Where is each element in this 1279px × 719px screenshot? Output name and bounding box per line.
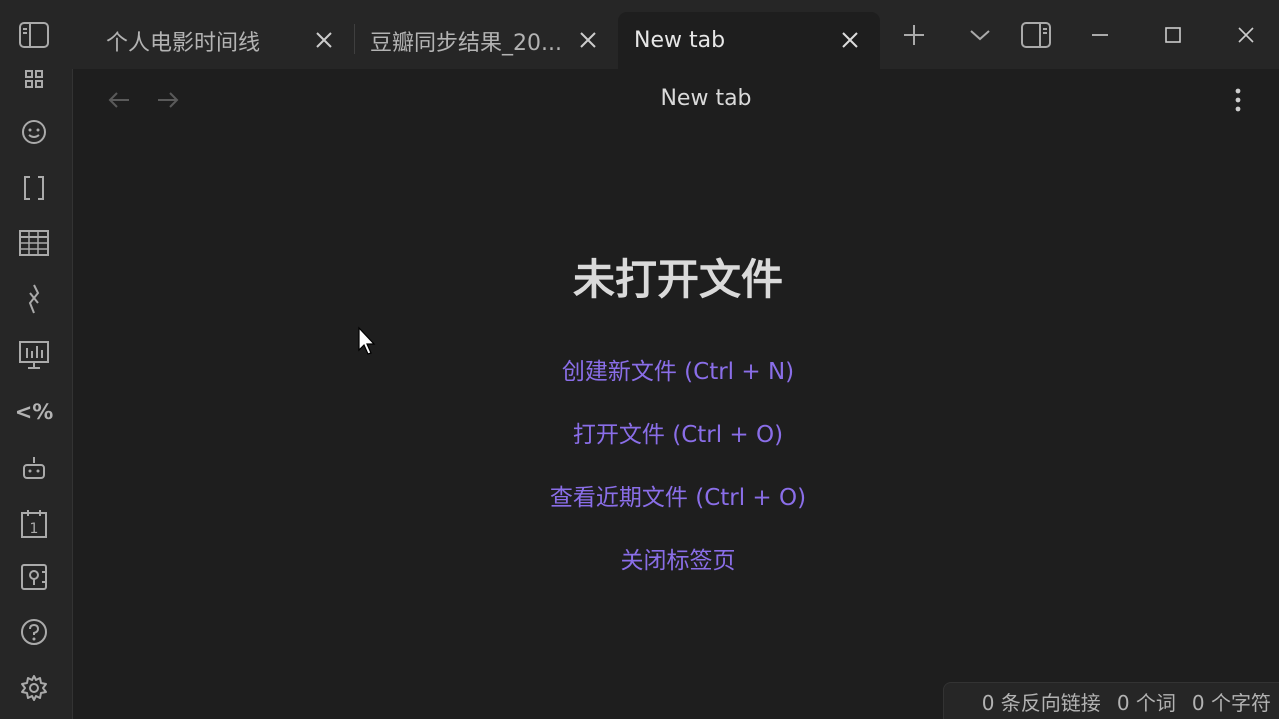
- close-icon[interactable]: [310, 26, 338, 54]
- recent-files-link[interactable]: 查看近期文件 (Ctrl + O): [430, 478, 926, 512]
- tab-new-tab[interactable]: New tab: [618, 12, 880, 69]
- left-sidebar-toggle-icon[interactable]: [14, 18, 54, 52]
- status-bar: 0 条反向链接 0 个词 0 个字符: [943, 682, 1279, 719]
- more-options-icon[interactable]: [1222, 84, 1254, 116]
- close-icon[interactable]: [574, 26, 602, 54]
- presentation-chart-icon[interactable]: [16, 337, 52, 373]
- view-title: New tab: [660, 86, 752, 111]
- templater-icon[interactable]: <%: [15, 394, 54, 430]
- brackets-icon[interactable]: [16, 170, 52, 206]
- back-arrow-icon[interactable]: [103, 84, 135, 116]
- open-file-link[interactable]: 打开文件 (Ctrl + O): [430, 415, 926, 449]
- tab-personal-movie-timeline[interactable]: 个人电影时间线: [92, 12, 354, 69]
- graph-icon[interactable]: [16, 69, 52, 97]
- create-new-file-link[interactable]: 创建新文件 (Ctrl + N): [430, 352, 926, 386]
- minimize-icon[interactable]: [1080, 18, 1120, 52]
- vault-icon[interactable]: [16, 559, 52, 595]
- table-icon[interactable]: [16, 225, 52, 261]
- calendar-icon[interactable]: 1: [16, 506, 52, 542]
- close-tab-link[interactable]: 关闭标签页: [430, 541, 926, 575]
- help-icon[interactable]: [16, 614, 52, 650]
- plus-icon[interactable]: [894, 18, 934, 52]
- settings-icon[interactable]: [16, 670, 52, 706]
- mouse-cursor-icon: [357, 326, 377, 360]
- tab-label: 豆瓣同步结果_20...: [370, 30, 562, 56]
- tab-label: 个人电影时间线: [106, 30, 261, 56]
- tab-separator: [354, 24, 355, 54]
- bot-icon[interactable]: [16, 450, 52, 486]
- close-icon[interactable]: [836, 26, 864, 54]
- empty-state-title: 未打开文件: [572, 255, 783, 304]
- smiley-icon[interactable]: [16, 114, 52, 150]
- tab-label: New tab: [634, 28, 726, 53]
- backlinks-count[interactable]: 0 条反向链接: [982, 687, 1101, 716]
- ribbon: <% 1: [0, 69, 73, 719]
- maximize-icon[interactable]: [1153, 18, 1193, 52]
- right-sidebar-toggle-icon[interactable]: [1016, 18, 1056, 52]
- title-bar: 个人电影时间线 豆瓣同步结果_20... New tab: [0, 0, 1279, 69]
- chevron-down-icon[interactable]: [960, 18, 1000, 52]
- calendar-day-number: 1: [30, 521, 39, 537]
- word-count: 0 个词: [1116, 690, 1176, 715]
- excalidraw-pen-icon[interactable]: [16, 281, 52, 317]
- character-count: 0 个字符: [1191, 690, 1271, 715]
- close-icon[interactable]: [1226, 18, 1266, 52]
- forward-arrow-icon[interactable]: [152, 84, 184, 116]
- tab-douban-sync-result[interactable]: 豆瓣同步结果_20...: [356, 12, 618, 69]
